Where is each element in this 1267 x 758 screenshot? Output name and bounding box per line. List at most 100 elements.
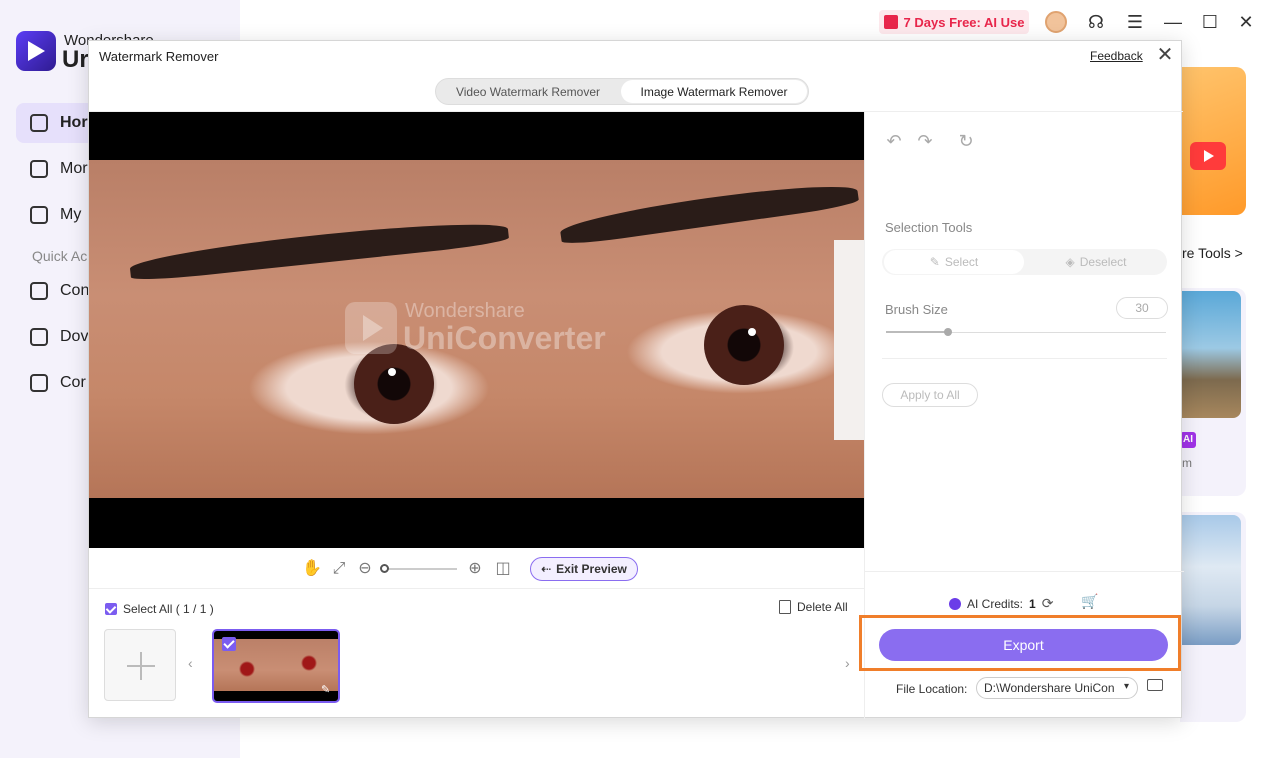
sidebar-item-label: Dov [60,328,89,345]
photo-detail [388,368,396,376]
delete-all-button[interactable]: Delete All [779,600,848,614]
dialog-title: Watermark Remover [99,49,219,64]
headset-icon[interactable]: ☊ [1086,12,1106,32]
apply-to-all-button[interactable]: Apply to All [882,383,978,407]
close-icon[interactable]: ✕ [1155,45,1175,65]
brush-icon: ✎ [929,255,940,269]
tool-card-text: m [1182,456,1192,470]
chevron-left-icon[interactable]: ‹ [188,655,193,671]
minimize-icon[interactable]: — [1163,12,1183,32]
chevron-down-icon: ▾ [1123,681,1129,692]
file-location-select[interactable]: D:\Wondershare UniCon ▾ [976,677,1138,699]
photo-detail [128,215,510,283]
brush-size-fill [886,331,948,333]
uniconverter-logo-icon [16,31,56,71]
brush-size-handle[interactable] [943,328,952,336]
maximize-icon[interactable]: ☐ [1200,12,1220,32]
thumbnail-checkbox[interactable] [222,637,236,651]
youtube-icon [1190,142,1226,170]
brand-name-bottom: Ur [62,46,89,73]
deselect-label: Deselect [1079,255,1127,269]
download-icon [30,328,48,346]
select-tool-button[interactable]: ✎ Select [884,250,1024,274]
settings-panel: ↶ ↷ ↻ Selection Tools ✎ Select ◈ Deselec… [859,112,1184,719]
tab-video-watermark-remover[interactable]: Video Watermark Remover [438,80,618,103]
arrow-left-icon: ⇠ [541,562,552,576]
close-window-icon[interactable]: ✕ [1236,12,1256,32]
photo-detail [558,177,860,247]
toolbox-icon [30,160,48,178]
compare-icon[interactable]: ◫ [494,560,512,578]
quick-access-heading: Quick Ac [32,248,88,264]
sidebar-item-label: My [60,206,82,223]
promo-card[interactable] [1180,67,1246,215]
photo-detail [748,328,756,336]
delete-all-label: Delete All [797,600,848,614]
eraser-icon: ◈ [1065,255,1075,269]
zoom-out-icon[interactable]: ⊖ [356,560,374,578]
select-all-checkbox[interactable]: Select All ( 1 / 1 ) [105,602,214,616]
compress-icon [30,374,48,392]
credit-icon [949,597,961,610]
selection-tools-switch: ✎ Select ◈ Deselect [882,249,1167,275]
watermark-logo-icon [345,302,397,354]
hand-icon[interactable]: ✋ [302,560,322,578]
tool-card-image [1180,515,1241,645]
zoom-in-icon[interactable]: ⊕ [466,560,484,578]
convert-icon [30,282,48,300]
fit-screen-icon[interactable]: ⤢ [330,560,348,578]
export-button[interactable]: Export [879,629,1168,661]
tool-card-image [1180,291,1241,418]
tab-image-watermark-remover[interactable]: Image Watermark Remover [621,80,807,103]
divider [882,358,1167,359]
exit-preview-label: Exit Preview [556,562,627,576]
file-location-label: File Location: [896,682,968,696]
zoom-slider[interactable] [383,568,457,570]
checkbox-icon [105,603,117,615]
watermark-text-bottom: UniConverter [403,320,606,356]
feedback-link[interactable]: Feedback [1090,49,1143,63]
file-location-value: D:\Wondershare UniCon [984,681,1115,695]
home-icon [30,114,48,132]
sidebar-item-label: Mor [60,160,88,177]
folder-icon[interactable] [1147,679,1163,691]
selection-tools-label: Selection Tools [885,220,973,235]
more-tools-link[interactable]: re Tools > [1182,245,1243,261]
undo-icon[interactable]: ↶ [885,132,903,150]
brush-size-input[interactable]: 30 [1116,297,1168,319]
gift-icon [883,15,898,29]
free-trial-label: 7 Days Free: AI Use [903,14,1025,30]
chevron-right-icon[interactable]: › [845,655,850,671]
brush-size-label: Brush Size [885,302,948,317]
preview-toolbar: ✋ ⤢ ⊖ ⊕ ◫ ⇠ Exit Preview [89,548,864,588]
add-image-button[interactable] [104,629,176,701]
sidebar-item-label: Cor [60,374,86,391]
select-label: Select [944,255,979,269]
watermark-remover-dialog: Watermark Remover Feedback ✕ Video Water… [88,40,1184,719]
menu-icon[interactable]: ☰ [1125,12,1145,32]
image-preview[interactable]: Wondershare UniConverter [89,112,864,548]
preview-photo: Wondershare UniConverter [89,160,864,498]
free-trial-badge[interactable]: 7 Days Free: AI Use [879,10,1029,34]
select-all-label: Select All ( 1 / 1 ) [123,602,214,616]
ai-credits: AI Credits: 1 ⟳ [949,595,1053,612]
avatar[interactable] [1045,11,1067,33]
redo-icon[interactable]: ↷ [916,132,934,150]
sidebar-item-label: Hor [60,114,88,131]
ai-credits-value: 1 [1029,596,1036,611]
zoom-slider-handle[interactable] [380,564,389,573]
cart-icon[interactable]: 🛒 [1081,593,1098,610]
photo-detail [704,305,784,385]
edit-icon[interactable]: ✎ [321,684,333,696]
trash-icon [779,600,791,614]
reset-icon[interactable]: ↻ [957,132,975,150]
ai-credits-label: AI Credits: [967,596,1024,611]
image-thumbnail[interactable]: ✎ [212,629,340,703]
divider [865,571,1184,572]
thumbnail-strip: Select All ( 1 / 1 ) Delete All ‹ ✎ › [89,588,864,719]
mode-switch: Video Watermark Remover Image Watermark … [435,78,809,105]
sidebar-item-label: Con [60,282,90,299]
exit-preview-button[interactable]: ⇠ Exit Preview [530,557,638,581]
refresh-icon[interactable]: ⟳ [1042,595,1054,612]
deselect-tool-button[interactable]: ◈ Deselect [1027,250,1165,274]
